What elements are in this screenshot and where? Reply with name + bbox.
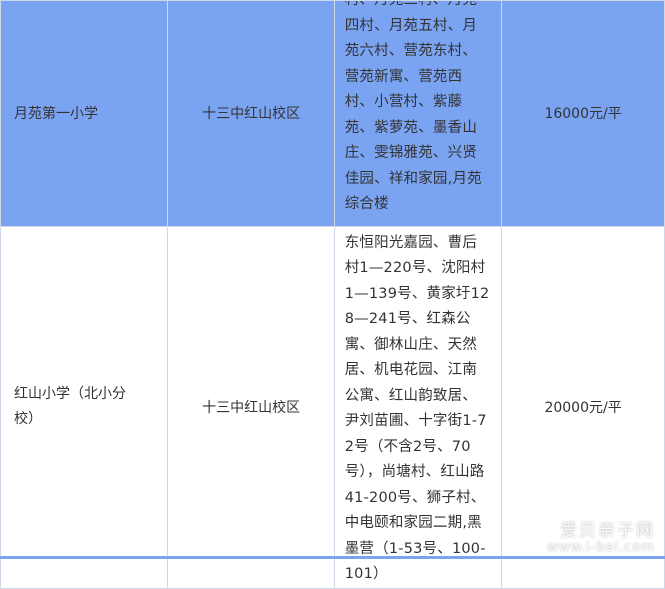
area-cell: 东恒阳光嘉园、曹后村1—220号、沈阳村1—139号、黄家圩128—241号、红… (333, 225, 503, 589)
watermark-text: 爱贝亲子网 (560, 521, 655, 542)
area-list: 东恒阳光嘉园、曹后村1—220号、沈阳村1—139号、黄家圩128—241号、红… (344, 234, 490, 583)
area-list: 村、月苑三村、月苑四村、月苑五村、月苑六村、营苑东村、营苑新寓、营苑西村、小营村… (344, 1, 482, 212)
campus-cell: 十三中红山校区 (167, 225, 335, 589)
school-name: 红山小学（北小分校） (14, 386, 126, 427)
price-value: 16000元/平 (544, 106, 622, 123)
watermark-url: www.i-bei.com (547, 539, 655, 555)
campus-cell: 十三中红山校区 (167, 0, 335, 227)
school-name-cell: 月苑第一小学 (0, 0, 169, 227)
area-cell: 村、月苑三村、月苑四村、月苑五村、月苑六村、营苑东村、营苑新寓、营苑西村、小营村… (333, 0, 503, 227)
site-watermark: 爱贝亲子网 www.i-bei.com (547, 522, 655, 555)
campus-name: 十三中红山校区 (202, 400, 301, 416)
price-value: 20000元/平 (544, 400, 622, 416)
price-cell: 16000元/平 (501, 0, 665, 227)
campus-name: 十三中红山校区 (202, 106, 301, 123)
school-name: 月苑第一小学 (14, 106, 98, 123)
school-name-cell: 红山小学（北小分校） (0, 225, 169, 589)
school-district-table: 月苑第一小学 十三中红山校区 村、月苑三村、月苑四村、月苑五村、月苑六村、营苑东… (0, 0, 665, 589)
table-row: 月苑第一小学 十三中红山校区 村、月苑三村、月苑四村、月苑五村、月苑六村、营苑东… (0, 0, 665, 227)
